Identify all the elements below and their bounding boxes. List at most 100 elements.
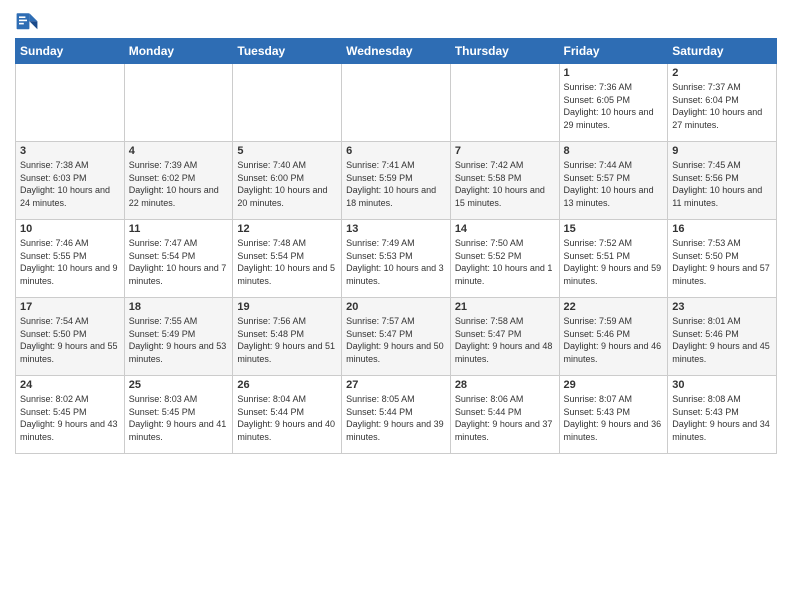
calendar-cell: 22 Sunrise: 7:59 AM Sunset: 5:46 PM Dayli… bbox=[559, 298, 668, 376]
day-number: 10 bbox=[20, 223, 120, 235]
day-number: 29 bbox=[564, 379, 664, 391]
calendar-cell: 1 Sunrise: 7:36 AM Sunset: 6:05 PM Daylig… bbox=[559, 64, 668, 142]
calendar-cell: 4Sunrise: 7:39 AM Sunset: 6:02 PM Daylig… bbox=[124, 142, 233, 220]
day-info: Sunrise: 8:05 AM Sunset: 5:44 PM Dayligh… bbox=[346, 393, 446, 443]
calendar-cell bbox=[124, 64, 233, 142]
weekday-header-friday: Friday bbox=[559, 39, 668, 64]
logo bbox=[15, 10, 43, 34]
day-number: 8 bbox=[564, 145, 664, 157]
day-number: 1 bbox=[564, 67, 664, 79]
day-info: Sunrise: 7:36 AM Sunset: 6:05 PM Dayligh… bbox=[564, 81, 664, 131]
day-info: Sunrise: 7:52 AM Sunset: 5:51 PM Dayligh… bbox=[564, 237, 664, 287]
day-number: 26 bbox=[237, 379, 337, 391]
day-info: Sunrise: 7:41 AM Sunset: 5:59 PM Dayligh… bbox=[346, 159, 446, 209]
day-info: Sunrise: 7:59 AM Sunset: 5:46 PM Dayligh… bbox=[564, 315, 664, 365]
calendar-cell: 24 Sunrise: 8:02 AM Sunset: 5:45 PM Dayli… bbox=[16, 376, 125, 454]
day-info: Sunrise: 7:40 AM Sunset: 6:00 PM Dayligh… bbox=[237, 159, 337, 209]
day-info: Sunrise: 7:58 AM Sunset: 5:47 PM Dayligh… bbox=[455, 315, 555, 365]
day-number: 25 bbox=[129, 379, 229, 391]
day-number: 13 bbox=[346, 223, 446, 235]
day-number: 2 bbox=[672, 67, 772, 79]
day-number: 5 bbox=[237, 145, 337, 157]
day-number: 3 bbox=[20, 145, 120, 157]
calendar-cell: 14 Sunrise: 7:50 AM Sunset: 5:52 PM Dayli… bbox=[450, 220, 559, 298]
day-info: Sunrise: 7:57 AM Sunset: 5:47 PM Dayligh… bbox=[346, 315, 446, 365]
day-number: 16 bbox=[672, 223, 772, 235]
week-row-1: 3Sunrise: 7:38 AM Sunset: 6:03 PM Daylig… bbox=[16, 142, 777, 220]
weekday-header-thursday: Thursday bbox=[450, 39, 559, 64]
calendar-table: SundayMondayTuesdayWednesdayThursdayFrid… bbox=[15, 38, 777, 454]
calendar-cell: 27Sunrise: 8:05 AM Sunset: 5:44 PM Dayli… bbox=[342, 376, 451, 454]
day-info: Sunrise: 7:45 AM Sunset: 5:56 PM Dayligh… bbox=[672, 159, 772, 209]
day-info: Sunrise: 7:39 AM Sunset: 6:02 PM Dayligh… bbox=[129, 159, 229, 209]
calendar-cell: 10Sunrise: 7:46 AM Sunset: 5:55 PM Dayli… bbox=[16, 220, 125, 298]
day-number: 23 bbox=[672, 301, 772, 313]
day-info: Sunrise: 8:03 AM Sunset: 5:45 PM Dayligh… bbox=[129, 393, 229, 443]
day-number: 7 bbox=[455, 145, 555, 157]
day-number: 17 bbox=[20, 301, 120, 313]
calendar-cell: 15 Sunrise: 7:52 AM Sunset: 5:51 PM Dayli… bbox=[559, 220, 668, 298]
day-number: 19 bbox=[237, 301, 337, 313]
calendar-cell: 30 Sunrise: 8:08 AM Sunset: 5:43 PM Dayli… bbox=[668, 376, 777, 454]
calendar-cell: 17Sunrise: 7:54 AM Sunset: 5:50 PM Dayli… bbox=[16, 298, 125, 376]
day-info: Sunrise: 8:02 AM Sunset: 5:45 PM Dayligh… bbox=[20, 393, 120, 443]
day-info: Sunrise: 7:37 AM Sunset: 6:04 PM Dayligh… bbox=[672, 81, 772, 131]
calendar-cell: 16 Sunrise: 7:53 AM Sunset: 5:50 PM Dayli… bbox=[668, 220, 777, 298]
day-number: 6 bbox=[346, 145, 446, 157]
weekday-header-monday: Monday bbox=[124, 39, 233, 64]
weekday-header-tuesday: Tuesday bbox=[233, 39, 342, 64]
weekday-header-wednesday: Wednesday bbox=[342, 39, 451, 64]
calendar-cell: 18 Sunrise: 7:55 AM Sunset: 5:49 PM Dayli… bbox=[124, 298, 233, 376]
calendar-cell bbox=[342, 64, 451, 142]
logo-icon bbox=[15, 10, 39, 34]
calendar-cell: 29Sunrise: 8:07 AM Sunset: 5:43 PM Dayli… bbox=[559, 376, 668, 454]
calendar-cell: 6 Sunrise: 7:41 AM Sunset: 5:59 PM Daylig… bbox=[342, 142, 451, 220]
day-number: 22 bbox=[564, 301, 664, 313]
day-number: 9 bbox=[672, 145, 772, 157]
calendar-cell: 3Sunrise: 7:38 AM Sunset: 6:03 PM Daylig… bbox=[16, 142, 125, 220]
calendar-cell: 9 Sunrise: 7:45 AM Sunset: 5:56 PM Daylig… bbox=[668, 142, 777, 220]
day-info: Sunrise: 8:08 AM Sunset: 5:43 PM Dayligh… bbox=[672, 393, 772, 443]
day-info: Sunrise: 7:48 AM Sunset: 5:54 PM Dayligh… bbox=[237, 237, 337, 287]
day-number: 28 bbox=[455, 379, 555, 391]
day-info: Sunrise: 8:06 AM Sunset: 5:44 PM Dayligh… bbox=[455, 393, 555, 443]
day-info: Sunrise: 8:01 AM Sunset: 5:46 PM Dayligh… bbox=[672, 315, 772, 365]
calendar-cell: 7 Sunrise: 7:42 AM Sunset: 5:58 PM Daylig… bbox=[450, 142, 559, 220]
calendar-cell: 19Sunrise: 7:56 AM Sunset: 5:48 PM Dayli… bbox=[233, 298, 342, 376]
main-container: SundayMondayTuesdayWednesdayThursdayFrid… bbox=[0, 0, 792, 464]
calendar-cell: 2 Sunrise: 7:37 AM Sunset: 6:04 PM Daylig… bbox=[668, 64, 777, 142]
calendar-cell: 21 Sunrise: 7:58 AM Sunset: 5:47 PM Dayli… bbox=[450, 298, 559, 376]
day-info: Sunrise: 7:42 AM Sunset: 5:58 PM Dayligh… bbox=[455, 159, 555, 209]
day-number: 11 bbox=[129, 223, 229, 235]
day-info: Sunrise: 7:47 AM Sunset: 5:54 PM Dayligh… bbox=[129, 237, 229, 287]
calendar-cell bbox=[233, 64, 342, 142]
calendar-header-row: SundayMondayTuesdayWednesdayThursdayFrid… bbox=[16, 39, 777, 64]
day-number: 18 bbox=[129, 301, 229, 313]
day-info: Sunrise: 7:49 AM Sunset: 5:53 PM Dayligh… bbox=[346, 237, 446, 287]
day-info: Sunrise: 7:44 AM Sunset: 5:57 PM Dayligh… bbox=[564, 159, 664, 209]
calendar-cell: 23 Sunrise: 8:01 AM Sunset: 5:46 PM Dayli… bbox=[668, 298, 777, 376]
calendar-cell bbox=[450, 64, 559, 142]
header bbox=[15, 10, 777, 34]
weekday-header-sunday: Sunday bbox=[16, 39, 125, 64]
day-number: 21 bbox=[455, 301, 555, 313]
calendar-cell bbox=[16, 64, 125, 142]
day-number: 30 bbox=[672, 379, 772, 391]
calendar-cell: 8 Sunrise: 7:44 AM Sunset: 5:57 PM Daylig… bbox=[559, 142, 668, 220]
weekday-header-saturday: Saturday bbox=[668, 39, 777, 64]
day-info: Sunrise: 7:50 AM Sunset: 5:52 PM Dayligh… bbox=[455, 237, 555, 287]
day-number: 24 bbox=[20, 379, 120, 391]
calendar-cell: 28 Sunrise: 8:06 AM Sunset: 5:44 PM Dayli… bbox=[450, 376, 559, 454]
day-number: 14 bbox=[455, 223, 555, 235]
week-row-4: 24 Sunrise: 8:02 AM Sunset: 5:45 PM Dayli… bbox=[16, 376, 777, 454]
week-row-0: 1 Sunrise: 7:36 AM Sunset: 6:05 PM Daylig… bbox=[16, 64, 777, 142]
day-number: 15 bbox=[564, 223, 664, 235]
calendar-cell: 26 Sunrise: 8:04 AM Sunset: 5:44 PM Dayli… bbox=[233, 376, 342, 454]
day-number: 12 bbox=[237, 223, 337, 235]
calendar-cell: 20Sunrise: 7:57 AM Sunset: 5:47 PM Dayli… bbox=[342, 298, 451, 376]
day-info: Sunrise: 7:55 AM Sunset: 5:49 PM Dayligh… bbox=[129, 315, 229, 365]
calendar-cell: 25 Sunrise: 8:03 AM Sunset: 5:45 PM Dayli… bbox=[124, 376, 233, 454]
day-info: Sunrise: 7:53 AM Sunset: 5:50 PM Dayligh… bbox=[672, 237, 772, 287]
calendar-cell: 12 Sunrise: 7:48 AM Sunset: 5:54 PM Dayli… bbox=[233, 220, 342, 298]
day-info: Sunrise: 8:04 AM Sunset: 5:44 PM Dayligh… bbox=[237, 393, 337, 443]
